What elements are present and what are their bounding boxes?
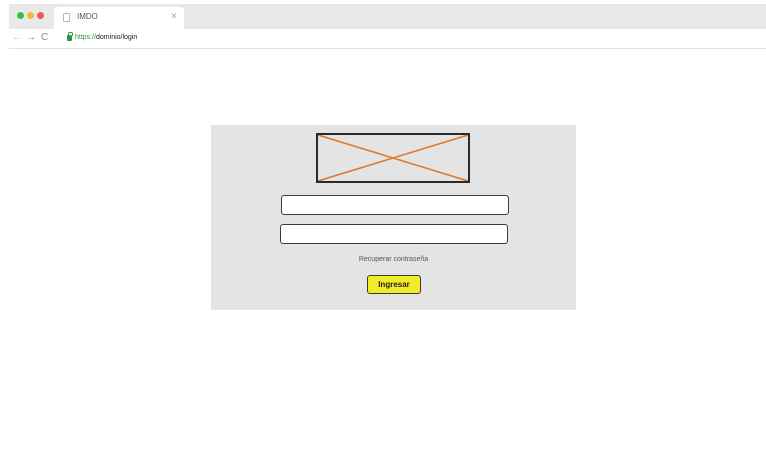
window-minimize-button[interactable]	[27, 12, 34, 19]
login-panel: Recuperar contraseña Ingresar	[211, 125, 576, 310]
login-button[interactable]: Ingresar	[367, 275, 421, 294]
url-scheme: https://	[75, 34, 97, 41]
back-arrow-icon[interactable]: ←	[12, 32, 22, 44]
forward-arrow-icon[interactable]: →	[26, 32, 36, 44]
reload-icon[interactable]: C	[41, 32, 48, 44]
page-content: Recuperar contraseña Ingresar	[9, 50, 766, 450]
window-close-button[interactable]	[37, 12, 44, 19]
document-icon	[63, 13, 70, 22]
url-path: dominio/login	[96, 34, 138, 41]
close-icon[interactable]: ×	[171, 11, 177, 23]
image-placeholder-icon	[316, 133, 470, 183]
recover-password-link[interactable]: Recuperar contraseña	[211, 255, 576, 265]
address-bar: ← → C https://dominio/login	[9, 29, 766, 49]
lock-icon	[67, 32, 73, 41]
browser-tab[interactable]: IMDO ×	[54, 7, 184, 29]
url-input[interactable]: https://dominio/login	[59, 32, 759, 46]
password-input[interactable]	[280, 224, 508, 244]
username-input[interactable]	[281, 195, 509, 215]
window-zoom-button[interactable]	[17, 12, 24, 19]
browser-window: IMDO × ← → C https://dominio/login Recup…	[9, 4, 766, 450]
url-text: https://dominio/login	[75, 33, 137, 43]
tab-bar: IMDO ×	[9, 4, 766, 29]
tab-title: IMDO	[77, 12, 98, 21]
